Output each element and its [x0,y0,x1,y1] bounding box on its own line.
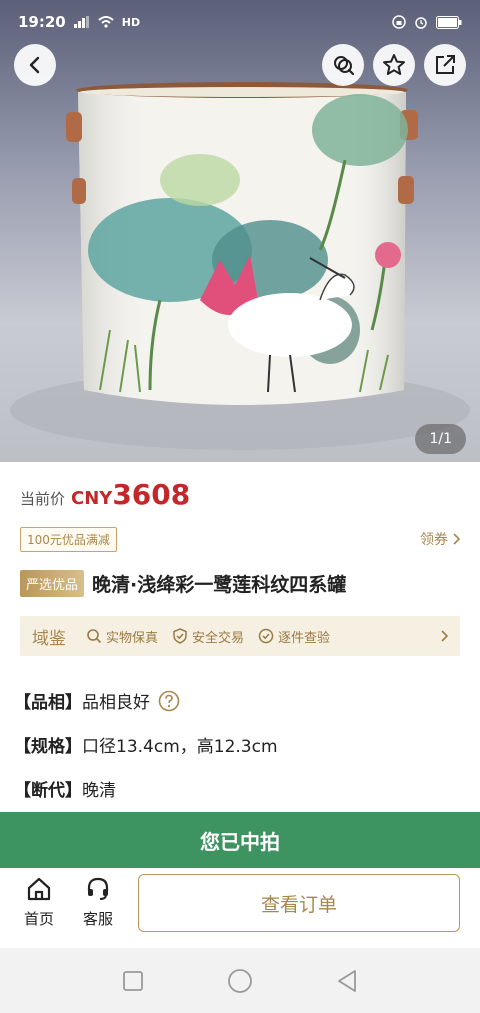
product-detail-page: 19:20 HD 1/1 当前价 CNY 3608 100元优品满减 领券 严选… [0,0,480,1013]
assurance-safe-trade: 安全交易 [172,627,244,646]
home-label: 首页 [23,910,54,928]
assurance-item-label: 实物保真 [106,630,159,646]
coupon-tag: 100元优品满减 [20,526,117,552]
bottom-action-bar: 首页 客服 查看订单 [0,868,480,948]
status-left: 19:20 HD [18,13,140,31]
price-label: 当前价 [20,490,66,508]
lock-icon [392,15,406,29]
service-label: 客服 [82,910,113,928]
spec-size: 【规格】 口径13.4cm，高12.3cm [14,732,278,757]
status-bar: 19:20 HD [0,0,480,44]
recent-apps-icon[interactable] [122,970,144,992]
spec-key: 【规格】 [14,737,82,757]
battery-icon [436,15,462,29]
search-icon [87,629,102,644]
home-circle-icon[interactable] [227,968,253,994]
spec-value: 品相良好 [82,693,150,713]
product-title-row: 严选优品 晚清·浅绛彩一鹭莲科纹四系罐 [20,570,460,597]
wifi-icon [98,16,114,28]
assurance-bar[interactable]: 域鉴 实物保真 安全交易 逐件查验 [20,616,460,656]
back-button[interactable] [14,44,56,86]
back-triangle-icon[interactable] [336,969,358,993]
help-button[interactable] [158,690,180,712]
price-value: 3608 [112,478,191,511]
selection-badge: 严选优品 [20,570,85,597]
get-coupon-link[interactable]: 领券 [420,529,460,549]
chevron-right-icon [441,630,448,642]
price-currency: CNY [71,488,113,509]
get-coupon-label: 领券 [420,532,448,548]
spec-dating: 【断代】 晚清 [14,776,116,801]
clock: 19:20 [18,13,66,31]
view-order-button[interactable]: 查看订单 [138,874,460,932]
price-row: 当前价 CNY 3608 [20,478,190,511]
home-tab[interactable]: 首页 [14,876,64,929]
chevron-right-icon [453,533,460,545]
image-counter: 1/1 [415,424,466,454]
assurance-chevron [440,630,448,642]
spec-condition: 【品相】 品相良好 [14,688,180,713]
status-right [392,15,462,29]
signal-icon [73,16,89,28]
shield-check-icon [173,628,187,644]
system-navigation-bar [0,948,480,1013]
spec-key: 【断代】 [14,781,82,801]
help-icon [158,690,180,711]
assurance-brand: 域鉴 [32,628,66,649]
alarm-icon [415,17,427,29]
product-image[interactable]: 19:20 HD 1/1 [0,0,480,462]
spec-key: 【品相】 [14,693,82,713]
circle-check-icon [258,628,274,644]
share-search-icon [334,56,355,76]
customer-service-tab[interactable]: 客服 [73,876,123,929]
star-icon [383,54,405,75]
spec-value: 口径13.4cm，高12.3cm [82,737,278,757]
assurance-authentic: 实物保真 [86,627,158,646]
back-icon [29,56,40,74]
product-title: 晚清·浅绛彩一鹭莲科纹四系罐 [92,574,347,596]
headset-icon [87,877,109,900]
share-button[interactable] [424,44,466,86]
home-icon [27,877,51,901]
favorite-button[interactable] [373,44,415,86]
coupon-row: 100元优品满减 领券 [20,526,460,552]
assurance-item-label: 安全交易 [192,630,245,646]
network-type: HD [121,15,141,29]
share-icon [436,55,455,74]
assurance-item-label: 逐件查验 [278,630,331,646]
auction-won-banner: 您已中拍 [0,812,480,868]
spec-value: 晚清 [82,781,116,801]
assurance-inspection: 逐件查验 [258,627,330,646]
image-search-button[interactable] [322,44,364,86]
